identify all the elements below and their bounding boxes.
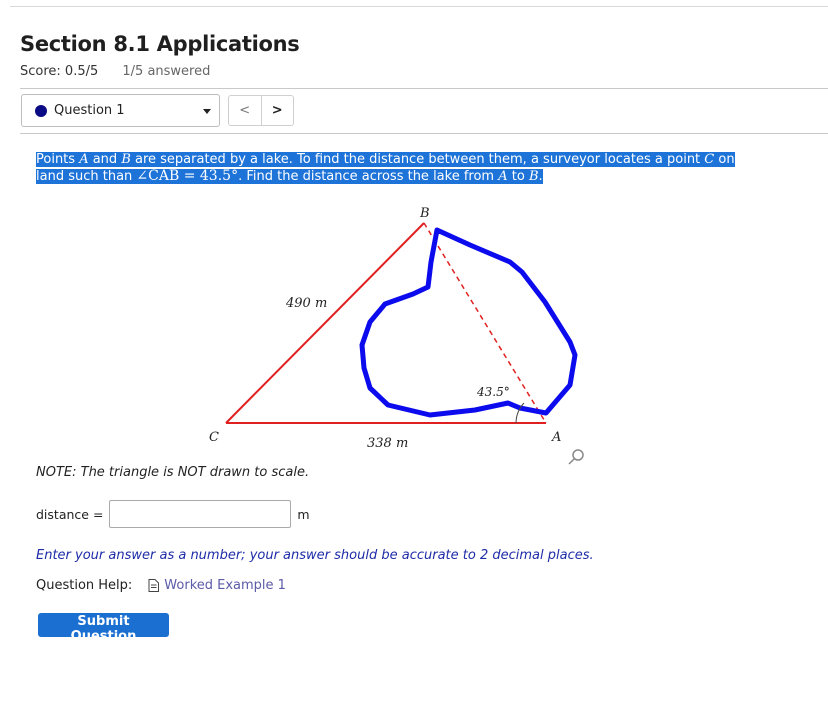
label-side-ca: 338 m bbox=[367, 436, 408, 451]
label-angle-a: 43.5° bbox=[476, 385, 510, 399]
scale-note: NOTE: The triangle is NOT drawn to scale… bbox=[36, 465, 310, 480]
submit-question-button[interactable]: Submit Question bbox=[38, 613, 169, 644]
label-side-cb: 490 m bbox=[285, 296, 327, 311]
distance-label: distance = bbox=[36, 506, 104, 522]
answer-row: distance = m bbox=[36, 499, 310, 529]
lake-shape bbox=[359, 227, 578, 418]
answer-format-hint: Enter your answer as a number; your answ… bbox=[36, 548, 594, 563]
magnify-icon[interactable] bbox=[568, 449, 584, 465]
triangle-lake-figure: B C A 490 m 338 m 43.5° bbox=[209, 206, 584, 465]
label-b: B bbox=[419, 206, 430, 221]
question-help: Question Help: Worked Example 1 bbox=[36, 578, 286, 593]
label-c: C bbox=[209, 430, 219, 445]
side-cb-line bbox=[225, 222, 425, 424]
question-help-label: Question Help: bbox=[36, 578, 133, 593]
worked-example-link[interactable]: Worked Example 1 bbox=[164, 578, 286, 593]
document-icon bbox=[148, 579, 160, 592]
distance-input[interactable] bbox=[109, 500, 292, 528]
distance-unit: m bbox=[297, 506, 310, 522]
label-a: A bbox=[551, 430, 561, 445]
